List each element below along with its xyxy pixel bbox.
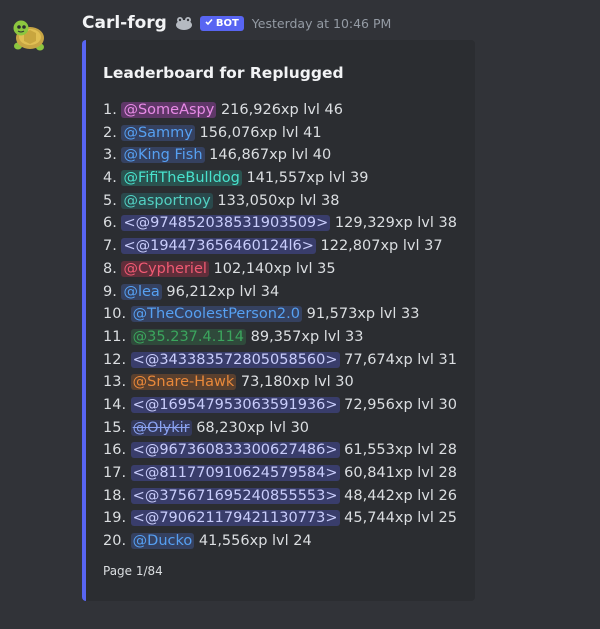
leaderboard-row: 9. @lea 96,212xp lvl 34 [103, 281, 457, 304]
leaderboard-row: 17. <@811770910624579584> 60,841xp lvl 2… [103, 462, 457, 485]
author-username[interactable]: Carl-forg [82, 13, 167, 33]
row-rank: 12. [103, 351, 127, 368]
row-rank: 7. [103, 238, 117, 255]
leaderboard-row: 6. <@974852038531903509> 129,329xp lvl 3… [103, 212, 457, 235]
row-stats: 146,867xp lvl 40 [209, 147, 332, 164]
user-mention[interactable]: @TheCoolestPerson2.0 [130, 306, 302, 323]
row-stats: 72,956xp lvl 30 [344, 396, 457, 413]
leaderboard-row: 12. <@343383572805058560> 77,674xp lvl 3… [103, 349, 457, 372]
row-stats: 61,553xp lvl 28 [344, 442, 457, 459]
row-rank: 11. [103, 328, 127, 345]
leaderboard-row: 20. @Ducko 41,556xp lvl 24 [103, 530, 457, 553]
message-header: Carl-forg BOT Yesterday at 10:46 PM [82, 12, 391, 34]
leaderboard-row: 2. @Sammy 156,076xp lvl 41 [103, 122, 457, 145]
row-stats: 141,557xp lvl 39 [246, 170, 369, 187]
row-rank: 16. [103, 442, 127, 459]
user-mention[interactable]: <@790621179421130773> [130, 510, 340, 527]
leaderboard-row: 19. <@790621179421130773> 45,744xp lvl 2… [103, 507, 457, 530]
row-rank: 18. [103, 487, 127, 504]
row-rank: 17. [103, 465, 127, 481]
row-stats: 89,357xp lvl 33 [250, 328, 364, 345]
row-rank: 8. [103, 260, 117, 277]
row-rank: 2. [103, 124, 117, 141]
user-mention[interactable]: <@343383572805058560> [130, 351, 340, 368]
bot-badge-label: BOT [215, 17, 239, 29]
user-mention[interactable]: <@974852038531903509> [121, 215, 331, 232]
row-stats: 60,841xp lvl 28 [344, 465, 457, 481]
user-mention[interactable]: <@375671695240855553> [130, 487, 340, 504]
row-rank: 15. [103, 419, 127, 436]
row-rank: 4. [103, 170, 117, 187]
turtle-icon[interactable] [10, 16, 50, 56]
leaderboard-row: 3. @King Fish 146,867xp lvl 40 [103, 144, 457, 167]
leaderboard-row: 8. @Cypheriel 102,140xp lvl 35 [103, 258, 457, 281]
row-rank: 10. [103, 306, 127, 323]
row-rank: 1. [103, 102, 117, 118]
user-mention[interactable]: <@967360833300627486> [130, 442, 340, 459]
message-timestamp[interactable]: Yesterday at 10:46 PM [252, 16, 392, 31]
row-stats: 68,230xp lvl 30 [196, 419, 310, 436]
leaderboard-list: 1. @SomeAspy 216,926xp lvl 46 2. @Sammy … [103, 99, 457, 553]
leaderboard-row: 13. @Snare-Hawk 73,180xp lvl 30 [103, 371, 457, 394]
row-stats: 48,442xp lvl 26 [344, 487, 457, 504]
row-rank: 6. [103, 215, 117, 232]
row-stats: 41,556xp lvl 24 [198, 533, 312, 550]
leaderboard-row: 14. <@169547953063591936> 72,956xp lvl 3… [103, 394, 457, 417]
leaderboard-row: 7. <@194473656460124l6> 122,807xp lvl 37 [103, 235, 457, 258]
row-stats: 45,744xp lvl 25 [344, 510, 457, 527]
user-mention[interactable]: @SomeAspy [121, 102, 217, 118]
user-mention[interactable]: @Snare-Hawk [130, 374, 237, 391]
row-rank: 3. [103, 147, 117, 164]
user-mention[interactable]: @Ducko [130, 533, 195, 550]
leaderboard-row: 16. <@967360833300627486> 61,553xp lvl 2… [103, 439, 457, 462]
user-mention[interactable]: @King Fish [121, 147, 205, 164]
row-rank: 19. [103, 510, 127, 527]
leaderboard-row: 4. @FifiTheBulldog 141,557xp lvl 39 [103, 167, 457, 190]
embed-footer: Page 1/84 [103, 564, 163, 578]
user-mention[interactable]: <@194473656460124l6> [121, 238, 316, 255]
leaderboard-row: 11. @35.237.4.114 89,357xp lvl 33 [103, 326, 457, 349]
user-mention[interactable]: @asportnoy [121, 192, 213, 209]
checkmark-icon [205, 18, 213, 29]
row-stats: 129,329xp lvl 38 [334, 215, 457, 232]
leaderboard-row: 5. @asportnoy 133,050xp lvl 38 [103, 190, 457, 213]
row-rank: 13. [103, 374, 127, 391]
row-stats: 102,140xp lvl 35 [213, 260, 336, 277]
user-mention[interactable]: @Olykir [130, 419, 192, 436]
frog-icon [174, 15, 194, 31]
leaderboard-row: 15. @Olykir 68,230xp lvl 30 [103, 417, 457, 440]
user-mention[interactable]: @Sammy [121, 124, 195, 141]
leaderboard-embed: Leaderboard for Replugged 1. @SomeAspy 2… [82, 40, 475, 601]
row-stats: 96,212xp lvl 34 [166, 283, 280, 300]
user-mention[interactable]: @lea [121, 283, 162, 300]
embed-title: Leaderboard for Replugged [103, 64, 344, 82]
row-rank: 5. [103, 192, 117, 209]
leaderboard-row: 10. @TheCoolestPerson2.0 91,573xp lvl 33 [103, 303, 457, 326]
row-stats: 73,180xp lvl 30 [240, 374, 354, 391]
user-mention[interactable]: @FifiTheBulldog [121, 170, 242, 187]
bot-badge: BOT [199, 15, 244, 31]
user-mention[interactable]: <@169547953063591936> [130, 396, 340, 413]
leaderboard-row: 18. <@375671695240855553> 48,442xp lvl 2… [103, 485, 457, 508]
row-rank: 9. [103, 283, 117, 300]
row-stats: 91,573xp lvl 33 [306, 306, 420, 323]
user-mention[interactable]: @Cypheriel [121, 260, 209, 277]
row-stats: 156,076xp lvl 41 [199, 124, 322, 141]
row-stats: 216,926xp lvl 46 [220, 102, 344, 118]
row-stats: 122,807xp lvl 37 [320, 238, 443, 255]
row-rank: 20. [103, 533, 127, 550]
user-mention[interactable]: <@811770910624579584> [130, 465, 340, 481]
row-stats: 77,674xp lvl 31 [344, 351, 457, 368]
leaderboard-row: 1. @SomeAspy 216,926xp lvl 46 [103, 99, 457, 122]
row-stats: 133,050xp lvl 38 [217, 192, 340, 209]
user-mention[interactable]: @35.237.4.114 [130, 328, 247, 345]
row-rank: 14. [103, 396, 127, 413]
